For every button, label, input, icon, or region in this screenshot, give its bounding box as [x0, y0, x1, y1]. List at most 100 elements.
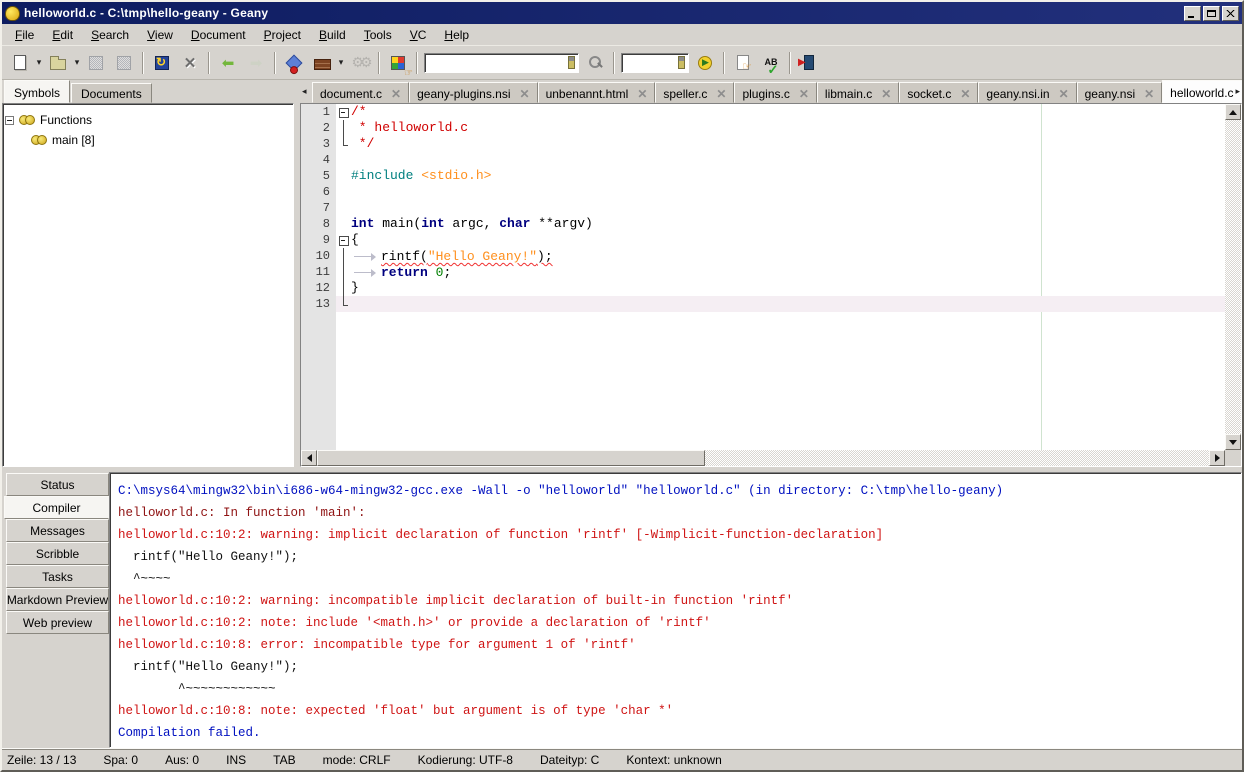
- new-file-dropdown[interactable]: ▾: [34, 50, 44, 76]
- tree-expander-icon[interactable]: [5, 116, 14, 125]
- editor-tab-libmain.c[interactable]: libmain.c✕: [817, 82, 899, 103]
- editor-tab-unbenannt.html[interactable]: unbenannt.html✕: [538, 82, 656, 103]
- goto-line-entry[interactable]: [621, 53, 689, 73]
- open-file-button[interactable]: [45, 50, 71, 76]
- panel-tab-markdown-preview[interactable]: Markdown Preview: [6, 588, 109, 611]
- close-button[interactable]: [1222, 6, 1239, 21]
- tab-close-icon[interactable]: ✕: [637, 88, 647, 100]
- menu-tools[interactable]: Tools: [355, 26, 401, 44]
- search-icon: [588, 55, 603, 70]
- tab-close-icon[interactable]: ✕: [960, 88, 970, 100]
- compiler-output[interactable]: C:\msys64\mingw32\bin\i686-w64-mingw32-g…: [109, 472, 1242, 748]
- tree-row-functions[interactable]: Functions: [5, 110, 291, 130]
- tab-close-icon[interactable]: ✕: [716, 88, 726, 100]
- menu-vc[interactable]: VC: [401, 26, 436, 44]
- panel-tab-compiler[interactable]: Compiler: [4, 496, 109, 519]
- spell-check-button[interactable]: AB: [758, 50, 784, 76]
- line-number[interactable]: 12: [301, 280, 336, 296]
- tab-close-icon[interactable]: ✕: [799, 88, 809, 100]
- status-field: INS: [226, 753, 246, 767]
- editor-horizontal-scrollbar[interactable]: [301, 450, 1225, 466]
- new-file-button[interactable]: [7, 50, 33, 76]
- maximize-button[interactable]: [1203, 6, 1220, 21]
- panel-tab-web-preview[interactable]: Web preview: [6, 611, 109, 634]
- menu-file[interactable]: File: [6, 26, 43, 44]
- scroll-down-button[interactable]: [1225, 434, 1241, 450]
- tab-close-icon[interactable]: ✕: [520, 88, 530, 100]
- line-number[interactable]: 2: [301, 120, 336, 136]
- line-number[interactable]: 8: [301, 216, 336, 232]
- line-number[interactable]: 6: [301, 184, 336, 200]
- minimize-button[interactable]: [1184, 6, 1201, 21]
- goto-line-button[interactable]: [692, 50, 718, 76]
- line-number[interactable]: 7: [301, 200, 336, 216]
- navigate-back-button[interactable]: ⬅: [215, 50, 241, 76]
- editor-tab-plugins.c[interactable]: plugins.c✕: [734, 82, 816, 103]
- tab-close-icon[interactable]: ✕: [1144, 88, 1154, 100]
- search-entry[interactable]: [424, 53, 579, 73]
- build-dropdown[interactable]: ▾: [336, 50, 346, 76]
- open-file-dropdown[interactable]: ▾: [72, 50, 82, 76]
- compile-button[interactable]: [281, 50, 307, 76]
- document-button[interactable]: [730, 50, 756, 76]
- editor-tab-helloworld.c[interactable]: helloworld.c✕: [1162, 80, 1242, 103]
- hscroll-thumb[interactable]: [317, 450, 705, 466]
- menu-document[interactable]: Document: [182, 26, 255, 44]
- hscroll-track[interactable]: [705, 450, 1209, 466]
- goto-line-input[interactable]: [625, 56, 678, 70]
- scroll-right-button[interactable]: [1209, 450, 1225, 466]
- build-button[interactable]: [309, 50, 335, 76]
- sidebar-tab-documents[interactable]: Documents: [71, 83, 152, 103]
- scroll-left-button[interactable]: [301, 450, 317, 466]
- tab-close-icon[interactable]: ✕: [391, 88, 401, 100]
- panel-tab-messages[interactable]: Messages: [6, 519, 109, 542]
- close-document-button[interactable]: ✕: [177, 50, 203, 76]
- code-token: #include: [351, 168, 421, 183]
- line-number[interactable]: 3: [301, 136, 336, 152]
- editor-vertical-scrollbar[interactable]: [1225, 104, 1241, 450]
- editor-tab-geany.nsi[interactable]: geany.nsi✕: [1077, 82, 1163, 103]
- line-number[interactable]: 13: [301, 296, 336, 312]
- tab-close-icon[interactable]: ✕: [881, 88, 891, 100]
- clear-goto-icon[interactable]: [678, 56, 685, 69]
- editor-text-area[interactable]: 1/*2 * helloworld.c3 */45#include <stdio…: [301, 104, 1225, 450]
- compiler-line: C:\msys64\mingw32\bin\i686-w64-mingw32-g…: [118, 480, 1241, 502]
- tab-scroll-right-icon[interactable]: ▸: [1235, 86, 1240, 97]
- fold-marker-icon[interactable]: [336, 104, 351, 120]
- panel-tab-scribble[interactable]: Scribble: [6, 542, 109, 565]
- clear-search-icon[interactable]: [568, 56, 575, 69]
- titlebar[interactable]: helloworld.c - C:\tmp\hello-geany - Gean…: [2, 2, 1242, 24]
- menu-build[interactable]: Build: [310, 26, 355, 44]
- tab-close-icon[interactable]: ✕: [1059, 88, 1069, 100]
- menu-view[interactable]: View: [138, 26, 182, 44]
- panel-tab-status[interactable]: Status: [6, 473, 109, 496]
- symbols-tree[interactable]: Functions main [8]: [2, 103, 294, 467]
- menu-project[interactable]: Project: [255, 26, 310, 44]
- line-number[interactable]: 1: [301, 104, 336, 120]
- menu-edit[interactable]: Edit: [43, 26, 82, 44]
- line-number[interactable]: 10: [301, 248, 336, 264]
- tree-row-main[interactable]: main [8]: [5, 130, 291, 150]
- revert-button[interactable]: [149, 50, 175, 76]
- editor-tab-geany-plugins.nsi[interactable]: geany-plugins.nsi✕: [409, 82, 537, 103]
- editor-tab-speller.c[interactable]: speller.c✕: [655, 82, 734, 103]
- line-number[interactable]: 11: [301, 264, 336, 280]
- search-input[interactable]: [428, 56, 568, 70]
- menu-help[interactable]: Help: [435, 26, 478, 44]
- editor-tab-socket.c[interactable]: socket.c✕: [899, 82, 978, 103]
- scroll-up-button[interactable]: [1225, 104, 1241, 120]
- find-button[interactable]: [582, 50, 608, 76]
- fold-marker-icon[interactable]: [336, 232, 351, 248]
- line-number[interactable]: 4: [301, 152, 336, 168]
- vscroll-track[interactable]: [1225, 120, 1241, 434]
- color-chooser-button[interactable]: [385, 50, 411, 76]
- editor-tab-document.c[interactable]: document.c✕: [312, 82, 409, 103]
- editor-tab-geany.nsi.in[interactable]: geany.nsi.in✕: [978, 82, 1076, 103]
- line-number[interactable]: 9: [301, 232, 336, 248]
- tab-scroll-left-icon[interactable]: ◂: [302, 86, 307, 97]
- line-number[interactable]: 5: [301, 168, 336, 184]
- sidebar-tab-symbols[interactable]: Symbols: [4, 80, 70, 103]
- panel-tab-tasks[interactable]: Tasks: [6, 565, 109, 588]
- quit-button[interactable]: [796, 50, 822, 76]
- menu-search[interactable]: Search: [82, 26, 138, 44]
